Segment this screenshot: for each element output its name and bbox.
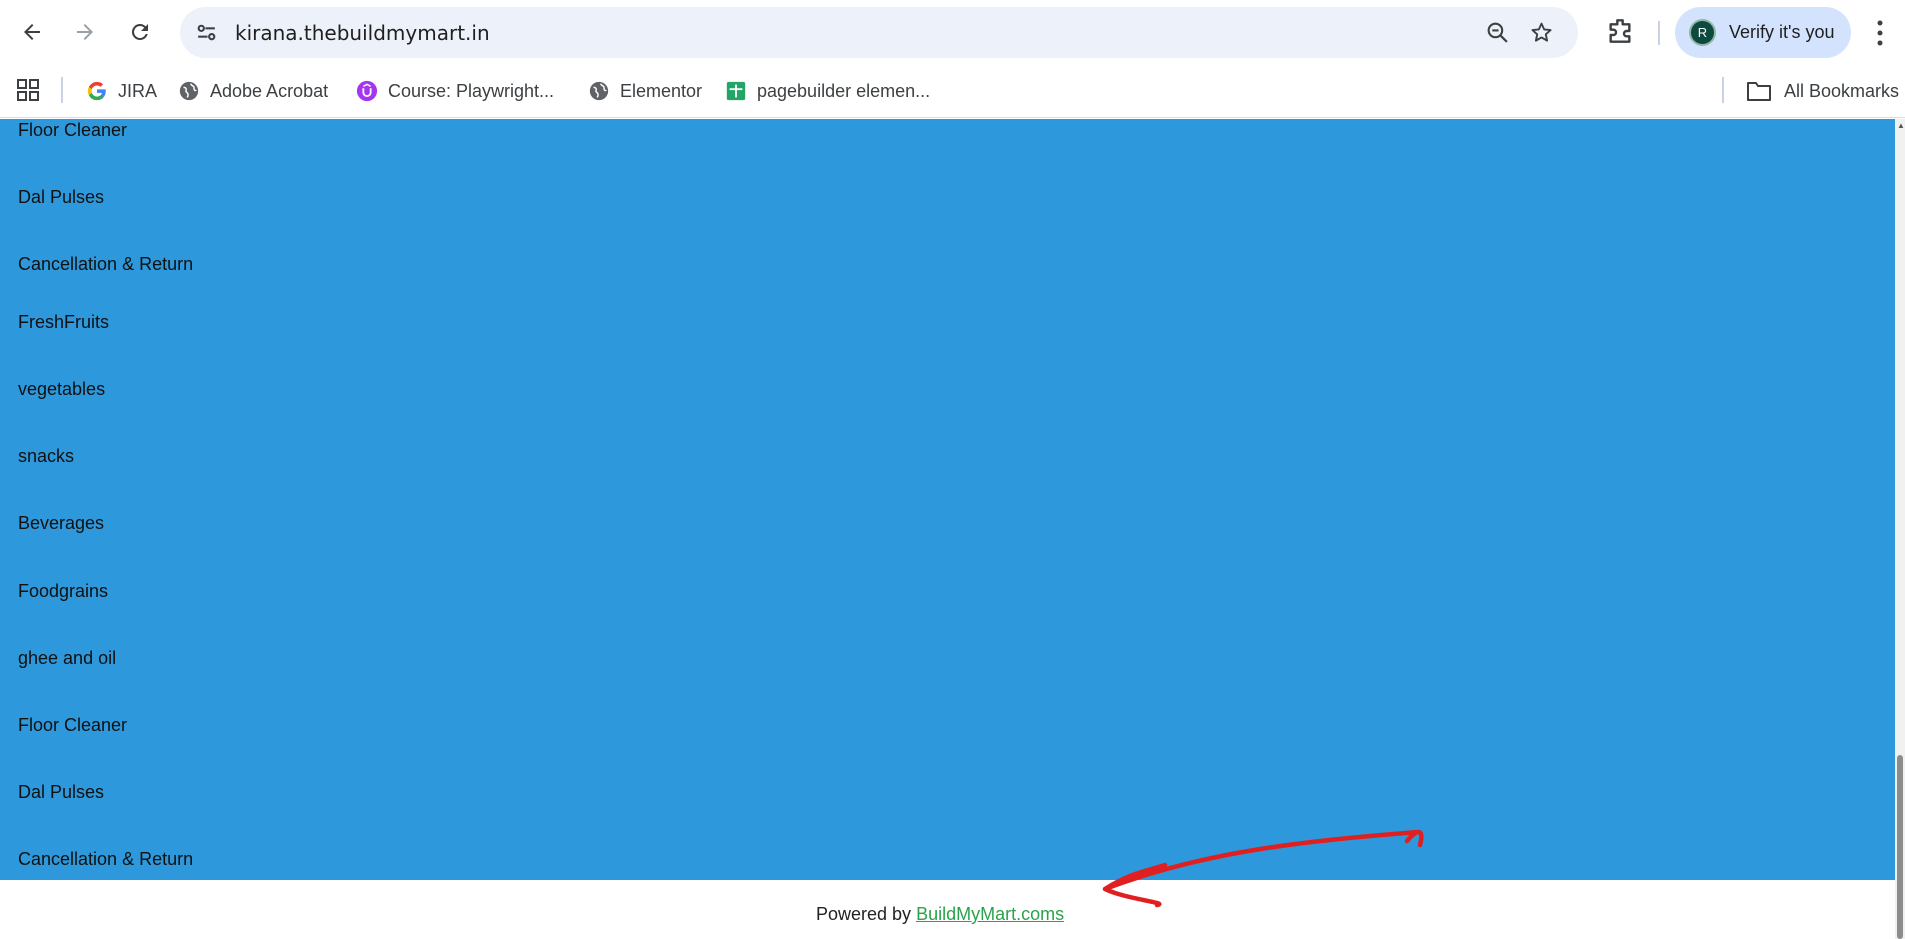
all-bookmarks-label: All Bookmarks [1784,80,1900,101]
bookmarks-bar: JIRA Adobe Acrobat Course: Playwright...… [0,65,1905,118]
category-link[interactable]: Cancellation & Return [18,849,193,870]
zoom-out-icon[interactable] [1485,20,1510,45]
bookmarks-divider [61,77,63,103]
forward-button[interactable] [66,13,104,51]
category-link[interactable]: Foodgrains [18,581,108,602]
url-text[interactable]: kirana.thebuildmymart.in [235,21,490,45]
scrollbar-thumb[interactable] [1897,755,1903,939]
bookmark-jira[interactable]: JIRA [86,77,157,105]
scroll-up-icon[interactable]: ▲ [1897,121,1905,130]
toolbar-divider [1658,21,1660,45]
profile-button[interactable]: R Verify it's you [1675,7,1851,58]
bookmark-label: Elementor [620,80,703,101]
category-link[interactable]: Cancellation & Return [18,254,193,275]
reload-icon [131,23,148,40]
page-viewport: Floor Cleaner Dal Pulses Cancellation & … [0,119,1905,939]
apps-grid-icon[interactable] [16,78,40,102]
sheets-icon [725,80,747,102]
powered-by-prefix: Powered by [816,904,917,924]
bookmarks-divider [1722,77,1724,103]
globe-icon [588,80,610,102]
bookmark-star-icon[interactable] [1529,20,1554,45]
category-link[interactable]: ghee and oil [18,648,116,669]
google-icon [86,80,108,102]
category-link[interactable]: FreshFruits [18,312,109,333]
category-link[interactable]: Dal Pulses [18,187,104,208]
page-scrollbar[interactable]: ▲ [1895,119,1905,939]
profile-label: Verify it's you [1729,22,1835,42]
address-bar[interactable]: kirana.thebuildmymart.in [180,7,1578,58]
browser-toolbar: kirana.thebuildmymart.in R Verify it's y… [0,0,1905,65]
more-menu-icon[interactable] [1876,18,1884,48]
category-link[interactable]: vegetables [18,379,105,400]
bookmark-course-playwright[interactable]: Course: Playwright... [356,77,554,105]
bookmark-adobe-acrobat[interactable]: Adobe Acrobat [178,77,328,105]
category-link[interactable]: Dal Pulses [18,782,104,803]
folder-icon [1747,82,1771,101]
globe-icon [178,80,200,102]
all-bookmarks-button[interactable]: All Bookmarks [1746,77,1899,105]
bookmark-label: Course: Playwright... [388,80,555,101]
bookmark-elementor[interactable]: Elementor [588,77,702,105]
forward-arrow-icon [77,24,93,40]
buildmymart-link[interactable]: BuildMyMart.coms [916,904,1064,924]
site-info-icon[interactable] [194,20,219,45]
back-button[interactable] [13,13,51,51]
category-link[interactable]: snacks [18,446,74,467]
category-link[interactable]: Floor Cleaner [18,715,127,736]
udemy-icon [356,80,378,102]
category-link[interactable]: Beverages [18,513,104,534]
extensions-icon[interactable] [1604,15,1636,47]
back-arrow-icon [24,24,40,40]
avatar: R [1689,19,1716,46]
powered-by-text: Powered by BuildMyMart.coms [816,904,1064,925]
bookmark-label: Adobe Acrobat [210,80,329,101]
bookmark-label: pagebuilder elemen... [757,80,931,101]
bookmark-pagebuilder[interactable]: pagebuilder elemen... [725,77,930,105]
reload-button[interactable] [121,13,159,51]
page-footer: Powered by BuildMyMart.coms [0,880,1895,939]
category-link[interactable]: Floor Cleaner [18,120,127,141]
footer-categories-section: Floor Cleaner Dal Pulses Cancellation & … [0,119,1895,880]
bookmark-label: JIRA [118,80,158,101]
